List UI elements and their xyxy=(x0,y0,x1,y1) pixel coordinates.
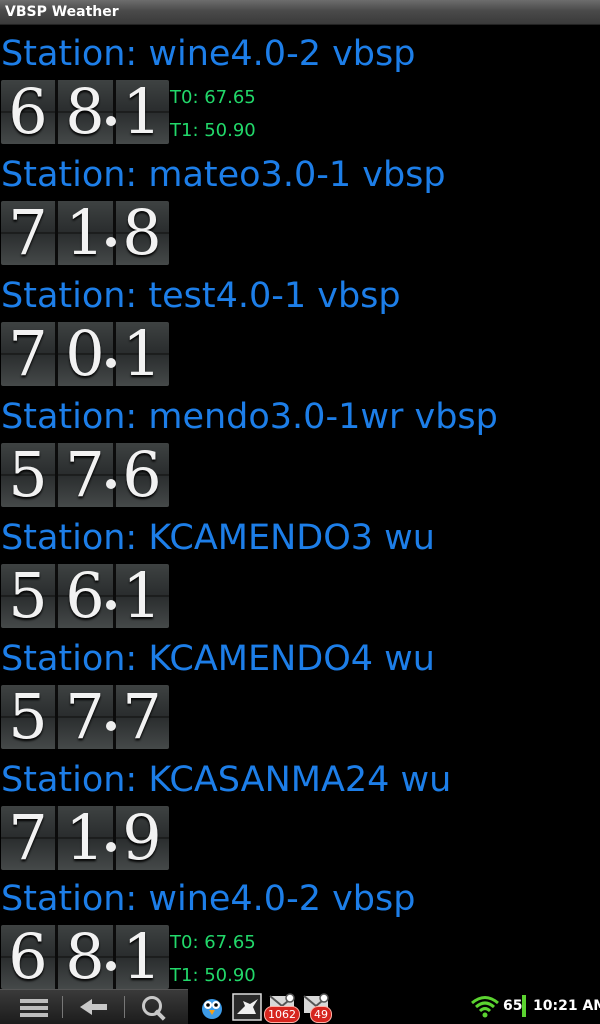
station-name: Station: KCAMENDO4 wu xyxy=(1,639,435,679)
temperature-digit: 1 xyxy=(122,559,162,632)
temperature-digit: 1 xyxy=(65,196,105,269)
bird-app-icon xyxy=(202,999,222,1019)
station-item[interactable]: Station: wine4.0-2 vbsp 6 8 1 T0: 67.65 … xyxy=(0,25,600,146)
temperature-digit: 0 xyxy=(65,317,105,390)
app-title: VBSP Weather xyxy=(5,4,119,20)
temperature-digit: 5 xyxy=(8,438,48,511)
temperature-digit: 6 xyxy=(122,438,162,511)
notification-crow[interactable] xyxy=(232,993,262,1021)
temperature-digit: 5 xyxy=(8,559,48,632)
temperature-digit: 6 xyxy=(8,75,48,148)
sensor-reading-t0: T0: 67.65 xyxy=(170,932,256,953)
menu-button[interactable] xyxy=(4,994,54,1020)
station-name: Station: wine4.0-2 vbsp xyxy=(1,34,416,74)
station-item[interactable]: Station: mateo3.0-1 vbsp 7 1 8 xyxy=(0,146,600,267)
temperature-display: 6 8 1 xyxy=(1,80,169,144)
station-name: Station: KCAMENDO3 wu xyxy=(1,518,435,558)
station-name: Station: mendo3.0-1wr vbsp xyxy=(1,397,498,437)
station-item[interactable]: Station: mendo3.0-1wr vbsp 5 7 6 xyxy=(0,388,600,509)
station-name: Station: KCASANMA24 wu xyxy=(1,760,452,800)
station-name: Station: wine4.0-2 vbsp xyxy=(1,879,416,919)
battery-icon xyxy=(522,995,526,1017)
temperature-display: 7 1 9 xyxy=(1,806,169,870)
nav-buttons xyxy=(0,989,188,1024)
sensor-reading-t1: T1: 50.90 xyxy=(170,965,256,986)
temperature-digit: 7 xyxy=(65,680,105,753)
system-bar: 1062 49 65 10:21 AM xyxy=(0,989,600,1024)
sensor-reading-t1: T1: 50.90 xyxy=(170,120,256,141)
title-bar: VBSP Weather xyxy=(0,0,600,25)
wifi-icon xyxy=(471,996,499,1018)
battery-level: 65 xyxy=(503,998,523,1014)
temperature-digit: 6 xyxy=(65,559,105,632)
temperature-digit: 1 xyxy=(122,75,162,148)
temperature-digit: 6 xyxy=(8,920,48,993)
station-item[interactable]: Station: test4.0-1 vbsp 7 0 1 xyxy=(0,267,600,388)
temperature-digit: 8 xyxy=(122,196,162,269)
temperature-digit: 5 xyxy=(8,680,48,753)
temperature-display: 5 6 1 xyxy=(1,564,169,628)
temperature-digit: 1 xyxy=(122,920,162,993)
station-item[interactable]: Station: KCAMENDO3 wu 5 6 1 xyxy=(0,509,600,630)
clock: 10:21 AM xyxy=(533,998,600,1014)
crow-app-icon xyxy=(232,993,262,1021)
temperature-display: 5 7 6 xyxy=(1,443,169,507)
notification-bird[interactable] xyxy=(198,993,226,1021)
station-item[interactable]: Station: wine4.0-2 vbsp 6 8 1 T0: 67.65 … xyxy=(0,870,600,991)
temperature-digit: 8 xyxy=(65,75,105,148)
search-button[interactable] xyxy=(128,994,178,1021)
email-badge: 1062 xyxy=(264,1006,300,1023)
temperature-digit: 7 xyxy=(8,317,48,390)
back-button[interactable] xyxy=(66,994,116,1020)
temperature-display: 7 1 8 xyxy=(1,201,169,265)
temperature-digit: 1 xyxy=(122,317,162,390)
sensor-reading-t0: T0: 67.65 xyxy=(170,87,256,108)
temperature-digit: 9 xyxy=(122,801,162,874)
email-badge: 49 xyxy=(310,1006,332,1023)
temperature-digit: 7 xyxy=(8,196,48,269)
temperature-display: 5 7 7 xyxy=(1,685,169,749)
temperature-display: 7 0 1 xyxy=(1,322,169,386)
temperature-display: 6 8 1 xyxy=(1,925,169,989)
station-name: Station: mateo3.0-1 vbsp xyxy=(1,155,446,195)
station-item[interactable]: Station: KCASANMA24 wu 7 1 9 xyxy=(0,751,600,872)
station-item[interactable]: Station: KCAMENDO4 wu 5 7 7 xyxy=(0,630,600,751)
temperature-digit: 7 xyxy=(8,801,48,874)
temperature-digit: 7 xyxy=(122,680,162,753)
temperature-digit: 7 xyxy=(65,438,105,511)
temperature-digit: 8 xyxy=(65,920,105,993)
temperature-digit: 1 xyxy=(65,801,105,874)
station-name: Station: test4.0-1 vbsp xyxy=(1,276,401,316)
